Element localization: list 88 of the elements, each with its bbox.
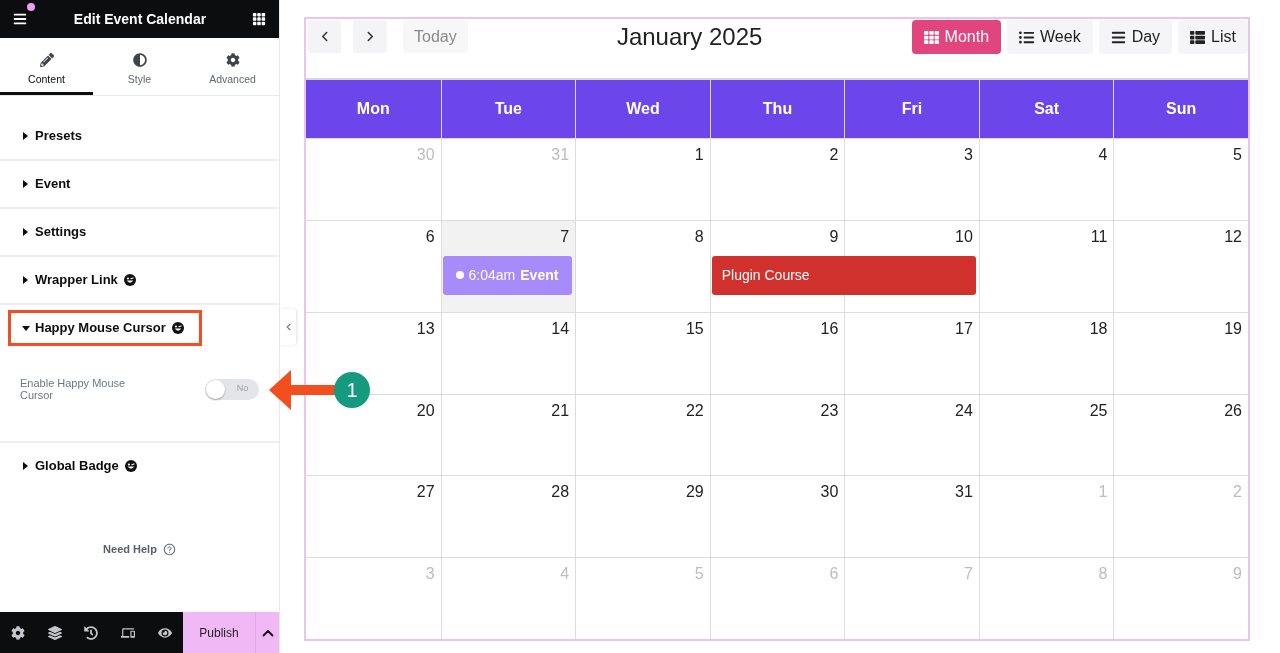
calendar-event[interactable]: Plugin Course xyxy=(711,255,976,295)
view-button[interactable]: List xyxy=(1178,20,1248,54)
three-lines-icon xyxy=(1110,29,1126,45)
day-number: 31 xyxy=(955,483,973,502)
day-number: 25 xyxy=(1089,401,1108,420)
setting-label: Enable Happy Mouse Cursor xyxy=(20,377,127,401)
grid-icon xyxy=(923,29,939,45)
weekday-label: Thu xyxy=(709,80,845,138)
day-number: 1 xyxy=(1098,483,1108,502)
layers-icon[interactable] xyxy=(47,625,62,640)
day-number: 16 xyxy=(820,319,839,338)
publish-options-button[interactable] xyxy=(255,612,279,653)
view-button[interactable]: Month xyxy=(911,20,1002,54)
panel-tab[interactable]: Content xyxy=(0,38,93,95)
history-icon[interactable] xyxy=(84,625,99,640)
help-link[interactable]: Need Help xyxy=(103,541,176,558)
day-number: 23 xyxy=(820,401,839,420)
day-number: 31 xyxy=(551,146,570,164)
day-number: 24 xyxy=(955,401,973,420)
panel-title: Edit Event Calendar xyxy=(73,9,207,29)
day-number: 28 xyxy=(551,483,570,502)
day-number: 4 xyxy=(1098,146,1108,164)
section-header[interactable]: Happy Mouse Cursor xyxy=(8,310,202,346)
day-number: 9 xyxy=(1233,565,1242,584)
day-number: 22 xyxy=(685,401,704,420)
chevron-right-icon xyxy=(366,31,374,42)
day-number: 11 xyxy=(1090,227,1108,246)
day-number: 3 xyxy=(963,146,973,164)
day-number: 5 xyxy=(694,565,704,584)
day-number: 5 xyxy=(1233,146,1242,164)
day-number: 21 xyxy=(551,401,570,420)
panel-tab[interactable]: Style xyxy=(93,38,186,95)
view-button[interactable]: Week xyxy=(1007,20,1093,54)
day-number: 18 xyxy=(1089,319,1108,338)
day-number: 14 xyxy=(551,319,570,338)
day-number: 6 xyxy=(425,227,435,246)
day-number: 8 xyxy=(694,227,704,246)
day-number: 27 xyxy=(416,483,435,502)
chevron-up-icon xyxy=(261,628,274,637)
weekday-label: Sun xyxy=(1113,80,1248,138)
day-number: 30 xyxy=(416,146,435,164)
section-header[interactable]: Event xyxy=(8,166,89,202)
table-list-icon xyxy=(1190,29,1206,45)
day-number: 17 xyxy=(955,319,973,338)
day-number: 3 xyxy=(425,565,435,584)
day-number: 29 xyxy=(685,483,704,502)
day-number: 2 xyxy=(829,146,839,164)
day-number: 19 xyxy=(1224,319,1242,338)
chevron-left-icon xyxy=(285,322,291,331)
day-number: 7 xyxy=(560,227,570,246)
devices-icon[interactable] xyxy=(121,625,136,640)
menu-icon[interactable] xyxy=(12,12,28,26)
weekday-label: Sat xyxy=(978,80,1114,138)
day-number: 26 xyxy=(1224,401,1242,420)
view-button[interactable]: Day xyxy=(1098,20,1173,54)
section-header[interactable]: Global Badge xyxy=(8,448,155,484)
day-number: 13 xyxy=(416,319,435,338)
day-number: 2 xyxy=(1233,483,1242,502)
day-number: 15 xyxy=(685,319,704,338)
section-header[interactable]: Presets xyxy=(8,118,100,154)
day-number: 12 xyxy=(1224,227,1242,246)
weekday-label: Wed xyxy=(575,80,710,138)
day-number: 8 xyxy=(1098,565,1108,584)
weekday-label: Tue xyxy=(440,80,576,138)
pencil-icon xyxy=(39,53,54,67)
settings-icon[interactable] xyxy=(11,625,26,640)
day-number: 6 xyxy=(829,565,839,584)
settings-icon xyxy=(225,53,240,67)
chevron-left-icon xyxy=(321,31,328,42)
day-number: 7 xyxy=(963,565,973,584)
weekday-label: Fri xyxy=(844,80,979,138)
day-number: 20 xyxy=(416,401,435,420)
month-title: January 2025 xyxy=(616,22,763,52)
event-dot-icon xyxy=(455,271,464,280)
help-icon xyxy=(162,542,176,556)
weekday-label: Mon xyxy=(355,99,391,119)
day-number: 30 xyxy=(820,483,839,502)
apps-grid-icon[interactable] xyxy=(252,12,266,26)
bullet-list-icon xyxy=(1019,29,1035,45)
section-header[interactable]: Settings xyxy=(8,214,105,250)
eye-icon[interactable] xyxy=(157,625,172,640)
panel-tab[interactable]: Advanced xyxy=(186,38,279,95)
section-header[interactable]: Wrapper Link xyxy=(8,262,154,298)
day-number: 10 xyxy=(955,227,973,246)
publish-button[interactable]: Publish xyxy=(183,612,255,653)
day-number: 9 xyxy=(829,227,839,246)
day-number: 1 xyxy=(694,146,704,164)
day-number: 4 xyxy=(560,565,570,584)
